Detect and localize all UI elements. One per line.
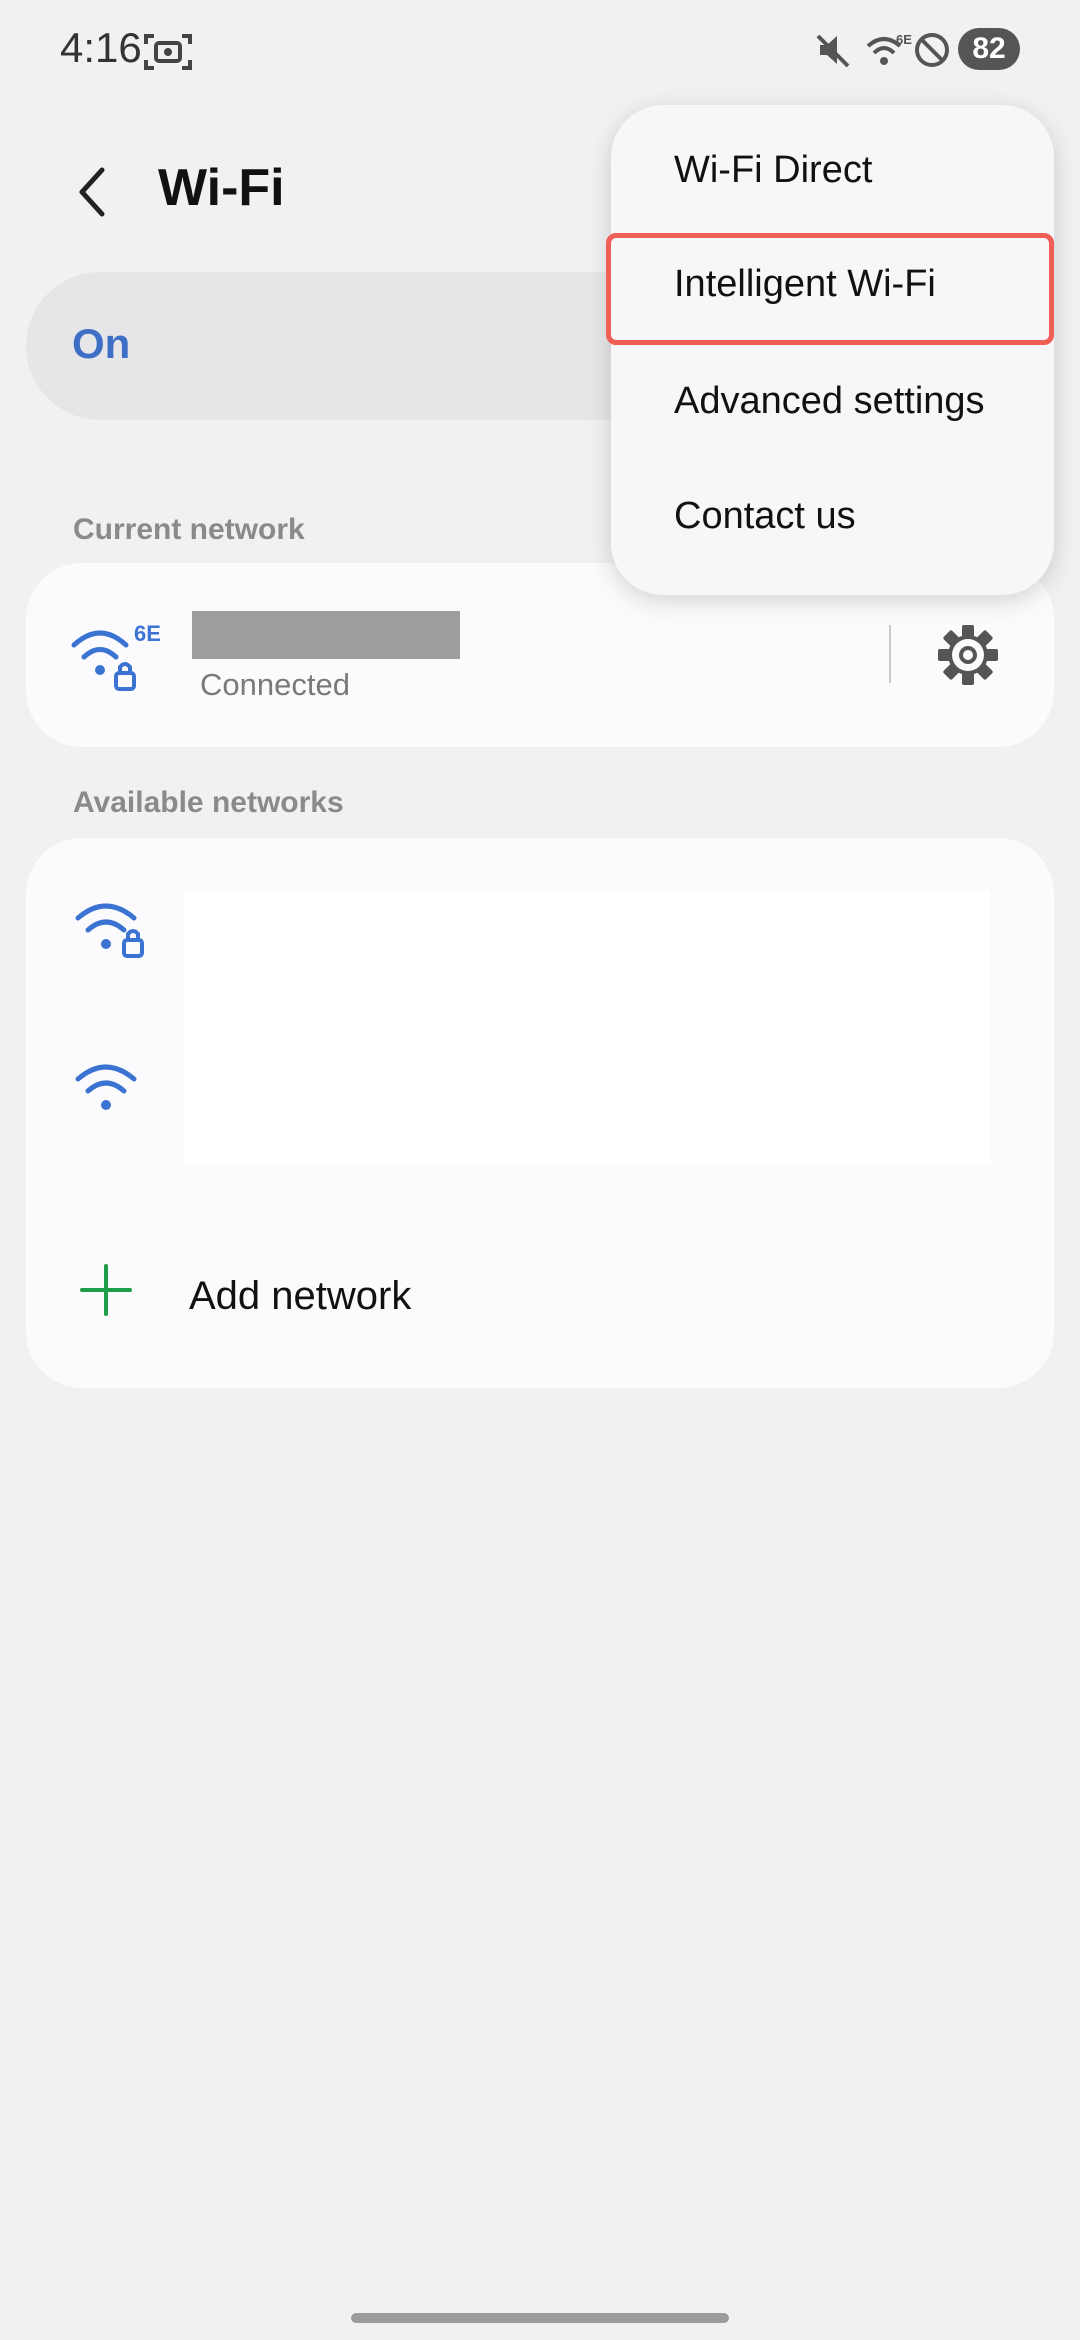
- menu-item-label: Contact us: [674, 495, 856, 537]
- battery-level: 82: [972, 32, 1006, 65]
- menu-item-label: Wi-Fi Direct: [674, 149, 873, 191]
- current-network-status: Connected: [200, 667, 350, 702]
- plus-icon: [80, 1264, 132, 1316]
- available-networks-redacted: [184, 890, 990, 1164]
- vertical-divider: [889, 625, 891, 683]
- back-button[interactable]: [66, 156, 122, 228]
- status-bar: 4:16 6E 82: [0, 0, 1080, 100]
- current-network-header: Current network: [73, 513, 305, 546]
- home-indicator[interactable]: [351, 2313, 729, 2323]
- wifi-6e-icon: 6E: [866, 32, 912, 65]
- add-network-button[interactable]: [26, 1228, 1054, 1388]
- menu-item-contact-us[interactable]: Contact us: [611, 465, 1054, 575]
- battery-indicator: 82: [958, 28, 1020, 70]
- wifi-settings-screen: 4:16 6E 82 Wi-Fi On Current network 6E C…: [0, 0, 1080, 2340]
- menu-item-wifi-direct[interactable]: Wi-Fi Direct: [611, 119, 1054, 229]
- gear-icon: [938, 625, 998, 685]
- wifi-icon: [75, 1064, 137, 1110]
- screenshot-icon: [144, 34, 192, 70]
- do-not-disturb-icon: [915, 33, 949, 67]
- overflow-menu: Wi-Fi Direct Intelligent Wi-Fi Advanced …: [611, 105, 1054, 595]
- menu-item-advanced-settings[interactable]: Advanced settings: [611, 350, 1054, 460]
- status-time: 4:16: [60, 24, 142, 71]
- available-networks-header: Available networks: [73, 786, 344, 819]
- wifi-toggle-label: On: [72, 320, 131, 367]
- svg-text:6E: 6E: [896, 32, 912, 47]
- menu-item-label: Advanced settings: [674, 380, 985, 422]
- mute-icon: [816, 34, 850, 68]
- wifi-lock-icon: [75, 903, 144, 958]
- available-networks-card: Add network: [26, 838, 1054, 1388]
- svg-text:6E: 6E: [134, 621, 161, 646]
- highlight-box: [606, 233, 1054, 345]
- wifi-6e-lock-icon: 6E: [71, 621, 161, 691]
- add-network-label: Add network: [189, 1274, 412, 1318]
- current-network-name: [192, 611, 460, 659]
- chevron-left-icon: [79, 167, 105, 217]
- page-title: Wi-Fi: [158, 159, 285, 217]
- network-settings-button[interactable]: [934, 621, 1002, 689]
